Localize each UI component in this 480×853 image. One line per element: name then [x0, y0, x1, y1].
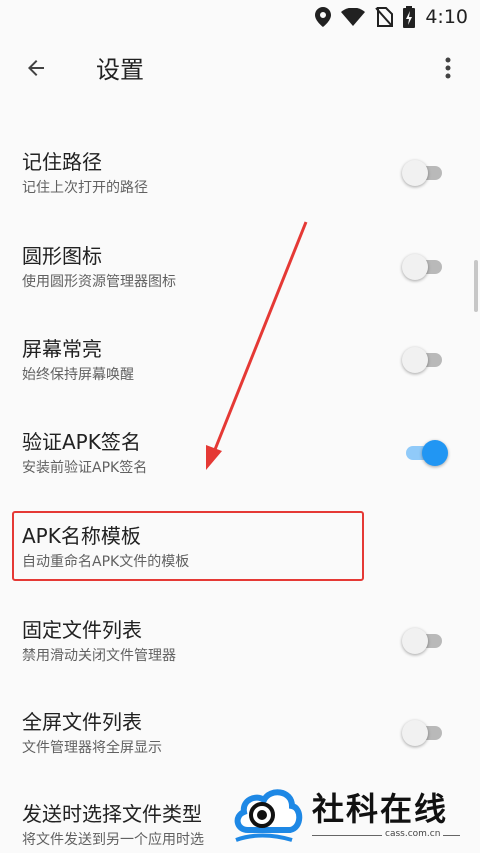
- watermark: 社科在线 cass.com.cn: [232, 778, 472, 848]
- watermark-url: cass.com.cn: [382, 829, 444, 839]
- annotation-arrow: [206, 221, 308, 470]
- cloud-eye-logo-icon: [234, 789, 303, 842]
- watermark-name: 社科在线: [312, 790, 449, 828]
